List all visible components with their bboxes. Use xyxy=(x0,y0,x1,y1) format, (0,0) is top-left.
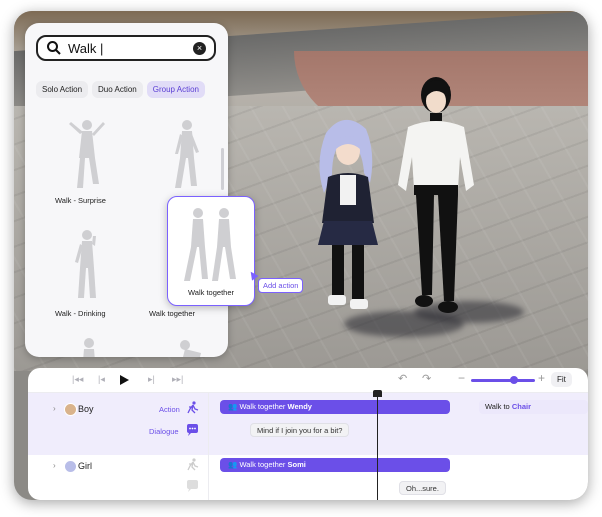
scrollbar[interactable] xyxy=(221,148,224,190)
action-library-panel: × Solo Action Duo Action Group Action Wa… xyxy=(25,23,228,357)
pose-thumbnail xyxy=(184,208,236,281)
action-clip[interactable]: 👥 Walk together Wendy xyxy=(220,400,450,414)
timeline-panel: |◂◂ |◂ ▸| ▸▸| ↶ ↷ − + Fit › Boy Action D… xyxy=(28,368,588,500)
step-back-icon[interactable]: |◂ xyxy=(98,374,105,385)
skip-to-end-icon[interactable]: ▸▸| xyxy=(172,374,183,385)
girl-character[interactable] xyxy=(304,113,394,323)
play-icon[interactable] xyxy=(120,375,129,385)
step-forward-icon[interactable]: ▸| xyxy=(148,374,155,385)
action-clip[interactable]: Walk to Chair xyxy=(479,400,588,414)
group-icon: 👥 xyxy=(228,402,240,411)
search-icon xyxy=(47,41,61,55)
timeline-toolbar: |◂◂ |◂ ▸| ▸▸| ↶ ↷ − + Fit xyxy=(28,368,588,393)
zoom-slider-handle[interactable] xyxy=(510,376,518,384)
fit-button[interactable]: Fit xyxy=(551,372,572,387)
close-circle-icon[interactable]: × xyxy=(193,42,206,55)
pose-thumbnail[interactable] xyxy=(69,228,105,300)
library-item-label: Walk - Surprise xyxy=(55,196,106,205)
tab-solo-action[interactable]: Solo Action xyxy=(36,81,89,98)
pose-thumbnail[interactable] xyxy=(175,339,205,357)
library-item-label: Walk - Drinking xyxy=(55,309,106,318)
skip-to-start-icon[interactable]: |◂◂ xyxy=(72,374,83,385)
boy-character[interactable] xyxy=(384,65,494,325)
add-action-tooltip: Add action xyxy=(258,278,304,293)
pose-thumbnail[interactable] xyxy=(65,118,109,190)
dialogue-clip[interactable]: Oh...sure. xyxy=(399,481,446,495)
drag-preview-label: Walk together xyxy=(188,288,234,297)
app-frame: × Solo Action Duo Action Group Action Wa… xyxy=(14,11,588,500)
zoom-out-icon[interactable]: − xyxy=(458,371,465,385)
tab-group-action[interactable]: Group Action xyxy=(146,81,205,98)
group-icon: 👥 xyxy=(228,460,240,469)
drag-preview-card[interactable]: Walk together xyxy=(167,196,255,306)
dialogue-clip[interactable]: Mind if I join you for a bit? xyxy=(250,423,350,437)
library-item-label: Walk together xyxy=(149,309,195,318)
playhead[interactable] xyxy=(377,393,378,500)
zoom-slider[interactable] xyxy=(471,379,535,382)
zoom-in-icon[interactable]: + xyxy=(538,371,545,385)
pose-thumbnail[interactable] xyxy=(167,118,207,190)
pose-thumbnail[interactable] xyxy=(77,337,101,357)
track-header-column xyxy=(28,393,209,500)
redo-icon[interactable]: ↷ xyxy=(422,372,431,385)
action-category-tabs: Solo Action Duo Action Group Action xyxy=(36,81,205,98)
undo-icon[interactable]: ↶ xyxy=(398,372,407,385)
tab-duo-action[interactable]: Duo Action xyxy=(92,81,143,98)
search-field[interactable]: × xyxy=(36,35,216,61)
action-clip[interactable]: 👥 Walk together Somi xyxy=(220,458,450,472)
search-input[interactable] xyxy=(66,39,190,57)
